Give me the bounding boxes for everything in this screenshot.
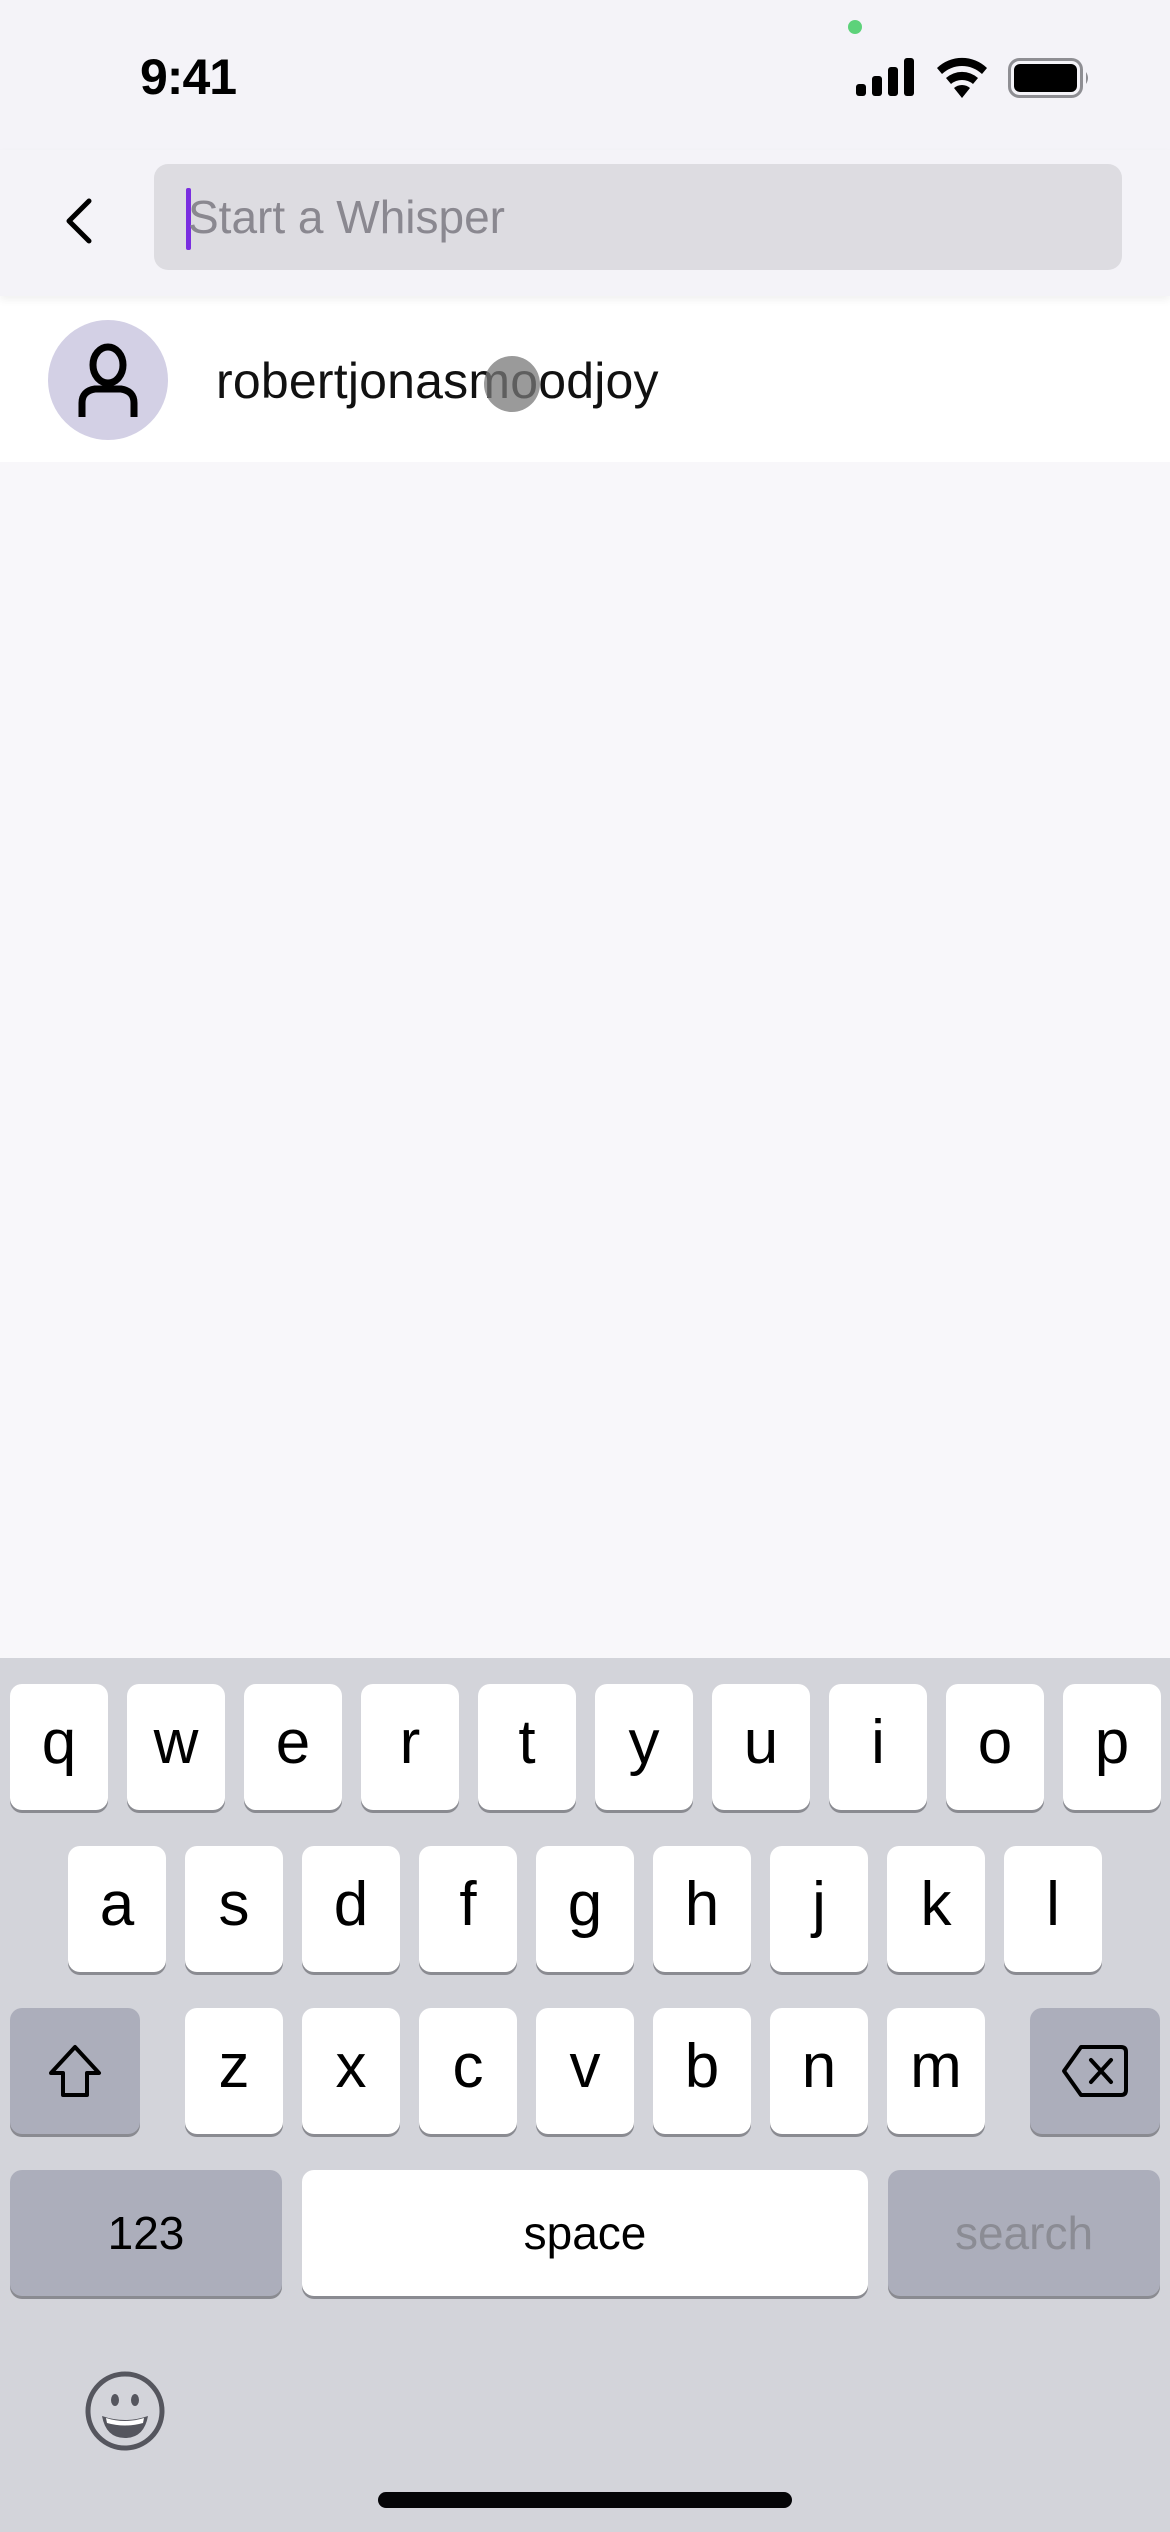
key-o[interactable]: o <box>946 1684 1044 1810</box>
numbers-key[interactable]: 123 <box>10 2170 282 2296</box>
key-a[interactable]: a <box>68 1846 166 1972</box>
shift-key[interactable] <box>10 2008 140 2134</box>
whisper-search-input[interactable] <box>188 164 1088 270</box>
cellular-signal-icon <box>856 58 914 96</box>
home-indicator <box>378 2492 792 2508</box>
keyboard: q w e r t y u i o p a s d f g h j k l z … <box>0 1658 1170 2532</box>
touch-indicator <box>484 356 540 412</box>
key-y[interactable]: y <box>595 1684 693 1810</box>
chevron-left-icon <box>66 198 92 244</box>
key-f[interactable]: f <box>419 1846 517 1972</box>
key-x[interactable]: x <box>302 2008 400 2134</box>
key-e[interactable]: e <box>244 1684 342 1810</box>
key-l[interactable]: l <box>1004 1846 1102 1972</box>
wifi-icon <box>937 57 987 98</box>
key-p[interactable]: p <box>1063 1684 1161 1810</box>
status-bar: 9:41 <box>0 0 1170 150</box>
key-g[interactable]: g <box>536 1846 634 1972</box>
emoji-icon[interactable] <box>84 2370 166 2452</box>
space-key[interactable]: space <box>302 2170 868 2296</box>
delete-backspace-icon <box>1062 2045 1128 2097</box>
key-u[interactable]: u <box>712 1684 810 1810</box>
search-header <box>0 150 1170 296</box>
key-m[interactable]: m <box>887 2008 985 2134</box>
shift-icon <box>49 2045 101 2097</box>
key-w[interactable]: w <box>127 1684 225 1810</box>
key-i[interactable]: i <box>829 1684 927 1810</box>
search-return-key[interactable]: search <box>888 2170 1160 2296</box>
avatar <box>48 320 168 440</box>
key-q[interactable]: q <box>10 1684 108 1810</box>
key-c[interactable]: c <box>419 2008 517 2134</box>
key-h[interactable]: h <box>653 1846 751 1972</box>
key-k[interactable]: k <box>887 1846 985 1972</box>
person-icon <box>78 343 138 417</box>
battery-icon <box>1008 58 1088 98</box>
camera-in-use-indicator <box>848 20 862 34</box>
key-z[interactable]: z <box>185 2008 283 2134</box>
key-t[interactable]: t <box>478 1684 576 1810</box>
back-button[interactable] <box>50 186 106 256</box>
key-s[interactable]: s <box>185 1846 283 1972</box>
status-time: 9:41 <box>140 49 237 105</box>
key-r[interactable]: r <box>361 1684 459 1810</box>
key-j[interactable]: j <box>770 1846 868 1972</box>
key-n[interactable]: n <box>770 2008 868 2134</box>
search-field[interactable] <box>154 164 1122 270</box>
key-b[interactable]: b <box>653 2008 751 2134</box>
key-v[interactable]: v <box>536 2008 634 2134</box>
username: robertjonasmoodjoy <box>216 353 659 409</box>
key-d[interactable]: d <box>302 1846 400 1972</box>
user-result-row[interactable]: robertjonasmoodjoy <box>0 296 1170 462</box>
delete-key[interactable] <box>1030 2008 1160 2134</box>
